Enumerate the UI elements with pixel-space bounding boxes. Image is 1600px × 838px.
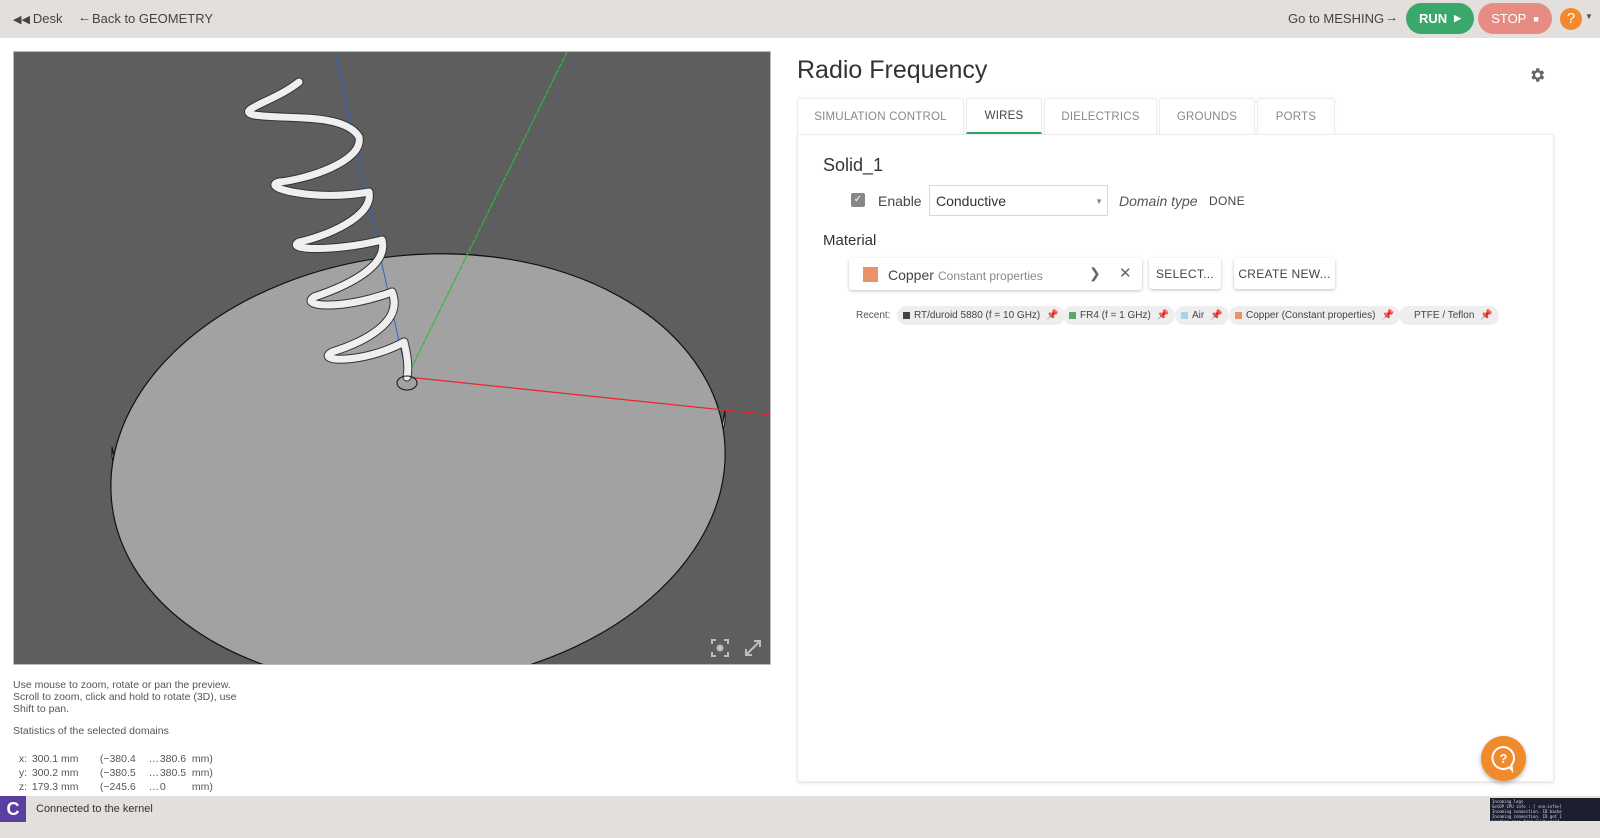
chevron-right-icon[interactable]: ❯ [1089,265,1101,282]
console-line: Loading case from C:\Users\A [1492,819,1598,821]
stop-label: STOP [1491,11,1527,26]
domain-type-value: Conductive [936,193,1007,209]
pin-icon[interactable]: 📌 [1382,310,1394,321]
chip-label: PTFE / Teflon [1414,310,1475,321]
recent-chip[interactable]: PTFE / Teflon 📌 [1399,306,1499,325]
help-bubble-icon: ? [1491,745,1516,773]
page-title: Radio Frequency [797,56,988,84]
app-logo-icon: C [0,796,26,822]
material-card[interactable]: Copper Constant properties ❯ ✕ [849,258,1142,290]
svg-text:?: ? [1500,751,1508,766]
tab-dielectrics[interactable]: DIELECTRICS [1044,98,1157,134]
material-color-swatch [1235,312,1242,319]
tab-bar: SIMULATION CONTROL WIRES DIELECTRICS GRO… [797,98,1337,134]
viewport-hint: Use mouse to zoom, rotate or pan the pre… [13,679,237,715]
3d-preview-viewport[interactable] [13,51,771,665]
run-button[interactable]: RUN ▶ [1406,3,1474,34]
status-bar: C Connected to the kernel Incoming logs … [0,796,1600,838]
stats-title: Statistics of the selected domains [13,725,169,737]
desk-label: Desk [32,11,63,26]
gear-icon[interactable] [1528,66,1546,84]
chip-label: RT/duroid 5880 (f = 10 GHz) [914,310,1041,321]
stat-size: 179.3 mm [31,781,79,793]
3d-scene [110,52,770,664]
back-label: Back to GEOMETRY [91,11,214,26]
recent-chip[interactable]: RT/duroid 5880 (f = 10 GHz) 📌 [897,306,1065,325]
close-icon[interactable]: ✕ [1119,264,1132,282]
material-color-swatch [903,312,910,319]
expand-icon[interactable] [743,638,763,658]
recent-chip[interactable]: FR4 (f = 1 GHz) 📌 [1063,306,1176,325]
help-chat-button[interactable]: ? [1481,736,1526,781]
pin-icon[interactable]: 📌 [1480,310,1492,321]
tab-wires[interactable]: WIRES [966,98,1042,134]
arrow-right-icon: 🠂 [1387,14,1397,26]
stat-max: 0 [159,781,166,793]
enable-label: Enable [878,193,922,209]
back-to-geometry-link[interactable]: 🠀 Back to GEOMETRY [80,11,213,30]
domain-name: Solid_1 [823,155,884,175]
desk-link[interactable]: ◀◀ Desk [13,11,63,26]
domain-type-label: Domain type [1119,193,1198,209]
stat-sep: … [148,781,160,793]
focus-icon[interactable] [710,638,730,658]
ground-disc-top [110,253,726,664]
pin-icon[interactable]: 📌 [1046,310,1058,321]
wires-card [797,134,1554,782]
material-name: Copper [888,267,934,283]
tab-simulation-control[interactable]: SIMULATION CONTROL [797,98,964,134]
stat-unit: mm) [191,781,213,793]
enable-checkbox[interactable]: ✓ [851,193,865,207]
help-menu-button[interactable]: ? [1560,8,1582,30]
double-arrow-left-icon: ◀◀ [13,14,30,26]
recent-chip[interactable]: Copper (Constant properties) 📌 [1229,306,1400,325]
kernel-status: Connected to the kernel [36,803,153,815]
chip-label: FR4 (f = 1 GHz) [1080,310,1151,321]
material-color-swatch [863,267,878,282]
top-bar: ◀◀ Desk 🠀 Back to GEOMETRY Go to MESHING 🠂 … [0,0,1600,38]
create-material-button[interactable]: CREATE NEW... [1234,258,1335,289]
run-label: RUN [1418,11,1448,26]
recent-chip[interactable]: Air 📌 [1175,306,1229,325]
material-label: Material [823,232,877,249]
stop-icon: ■ [1533,13,1539,24]
stop-button[interactable]: STOP ■ [1478,3,1552,34]
material-color-swatch [1069,312,1076,319]
material-color-swatch [1181,312,1188,319]
recent-label: Recent: [856,310,891,321]
pin-icon[interactable]: 📌 [1157,310,1169,321]
go-to-meshing-link[interactable]: Go to MESHING 🠂 [1288,11,1396,30]
done-button[interactable]: DONE [1209,194,1245,208]
chevron-down-icon: ▼ [1095,197,1103,206]
chip-label: Copper (Constant properties) [1246,310,1376,321]
tab-ports[interactable]: PORTS [1257,98,1335,134]
chevron-down-icon[interactable]: ▼ [1585,12,1593,21]
stat-min: (−245.6 [99,781,136,793]
tab-grounds[interactable]: GROUNDS [1159,98,1255,134]
play-icon: ▶ [1454,13,1462,23]
domain-type-select[interactable]: Conductive ▼ [929,185,1108,216]
meshing-label: Go to MESHING [1288,11,1385,26]
arrow-left-icon: 🠀 [80,14,89,26]
material-subtitle: Constant properties [938,269,1043,283]
select-material-button[interactable]: SELECT... [1149,258,1221,289]
pin-icon[interactable]: 📌 [1210,310,1222,321]
console-preview[interactable]: Incoming logs GetDP CPU info : [ <no-inf… [1490,798,1600,821]
stat-axis: z: [18,781,28,793]
stat-row-z: z: 179.3 mm (−245.6 …0 mm) [13,769,213,793]
chip-label: Air [1192,310,1205,321]
